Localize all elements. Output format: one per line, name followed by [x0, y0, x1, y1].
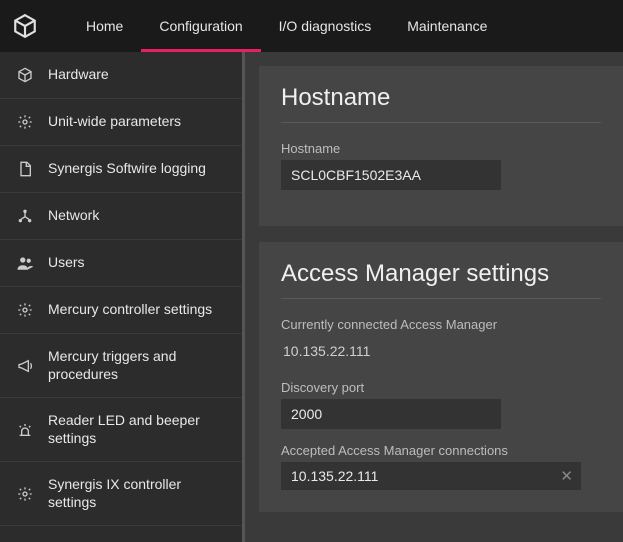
hostname-input[interactable]: [281, 160, 501, 190]
connection-chip-value: 10.135.22.111: [291, 468, 378, 484]
users-icon: [16, 254, 34, 272]
panel-title: Hostname: [281, 84, 601, 123]
sidebar-item-hardware[interactable]: Hardware: [0, 52, 242, 99]
gear-icon: [16, 301, 34, 319]
sidebar-item-label: Users: [48, 254, 85, 272]
megaphone-icon: [16, 357, 34, 375]
accepted-connections-label: Accepted Access Manager connections: [281, 443, 601, 458]
sidebar-item-mercury-controller[interactable]: Mercury controller settings: [0, 287, 242, 334]
sidebar-item-label: Synergis IX controller settings: [48, 476, 226, 511]
sidebar-item-label: Mercury controller settings: [48, 301, 212, 319]
sidebar: Hardware Unit-wide parameters Synergis S…: [0, 52, 245, 542]
tab-io-diagnostics[interactable]: I/O diagnostics: [261, 0, 390, 52]
tab-maintenance[interactable]: Maintenance: [389, 0, 505, 52]
sidebar-item-softwire-logging[interactable]: Synergis Softwire logging: [0, 146, 242, 193]
sidebar-item-label: Mercury triggers and procedures: [48, 348, 226, 383]
hostname-label: Hostname: [281, 141, 601, 156]
sidebar-item-label: Synergis Softwire logging: [48, 160, 206, 178]
gear-icon: [16, 113, 34, 131]
accepted-connections-input[interactable]: 10.135.22.111 ✕: [281, 462, 581, 490]
cube-icon: [16, 66, 34, 84]
access-manager-panel: Access Manager settings Currently connec…: [259, 242, 623, 512]
siren-icon: [16, 421, 34, 439]
connected-am-value: 10.135.22.111: [281, 336, 601, 366]
hostname-panel: Hostname Hostname: [259, 66, 623, 226]
sidebar-item-label: Hardware: [48, 66, 109, 84]
tab-label: Maintenance: [407, 18, 487, 34]
tab-configuration[interactable]: Configuration: [141, 0, 260, 52]
main-content: Hostname Hostname Access Manager setting…: [245, 52, 623, 542]
discovery-port-label: Discovery port: [281, 380, 601, 395]
tab-home[interactable]: Home: [68, 0, 141, 52]
connection-chip: 10.135.22.111 ✕: [281, 462, 581, 490]
sidebar-item-unit-wide-parameters[interactable]: Unit-wide parameters: [0, 99, 242, 146]
sidebar-item-network[interactable]: Network: [0, 193, 242, 240]
close-icon[interactable]: ✕: [560, 467, 573, 485]
sidebar-item-mercury-triggers[interactable]: Mercury triggers and procedures: [0, 334, 242, 398]
gear-icon: [16, 485, 34, 503]
sidebar-item-label: Reader LED and beeper settings: [48, 412, 226, 447]
panel-title: Access Manager settings: [281, 260, 601, 299]
tab-label: Configuration: [159, 18, 242, 34]
connected-am-label: Currently connected Access Manager: [281, 317, 601, 332]
sidebar-item-users[interactable]: Users: [0, 240, 242, 287]
file-icon: [16, 160, 34, 178]
app-logo: [12, 13, 38, 39]
nav-tabs: Home Configuration I/O diagnostics Maint…: [68, 0, 505, 52]
sidebar-item-synergis-ix[interactable]: Synergis IX controller settings: [0, 462, 242, 526]
sidebar-item-label: Network: [48, 207, 99, 225]
top-bar: Home Configuration I/O diagnostics Maint…: [0, 0, 623, 52]
sidebar-item-reader-led-beeper[interactable]: Reader LED and beeper settings: [0, 398, 242, 462]
sidebar-item-label: Unit-wide parameters: [48, 113, 181, 131]
tab-label: Home: [86, 18, 123, 34]
tab-label: I/O diagnostics: [279, 18, 372, 34]
network-icon: [16, 207, 34, 225]
discovery-port-input[interactable]: [281, 399, 501, 429]
